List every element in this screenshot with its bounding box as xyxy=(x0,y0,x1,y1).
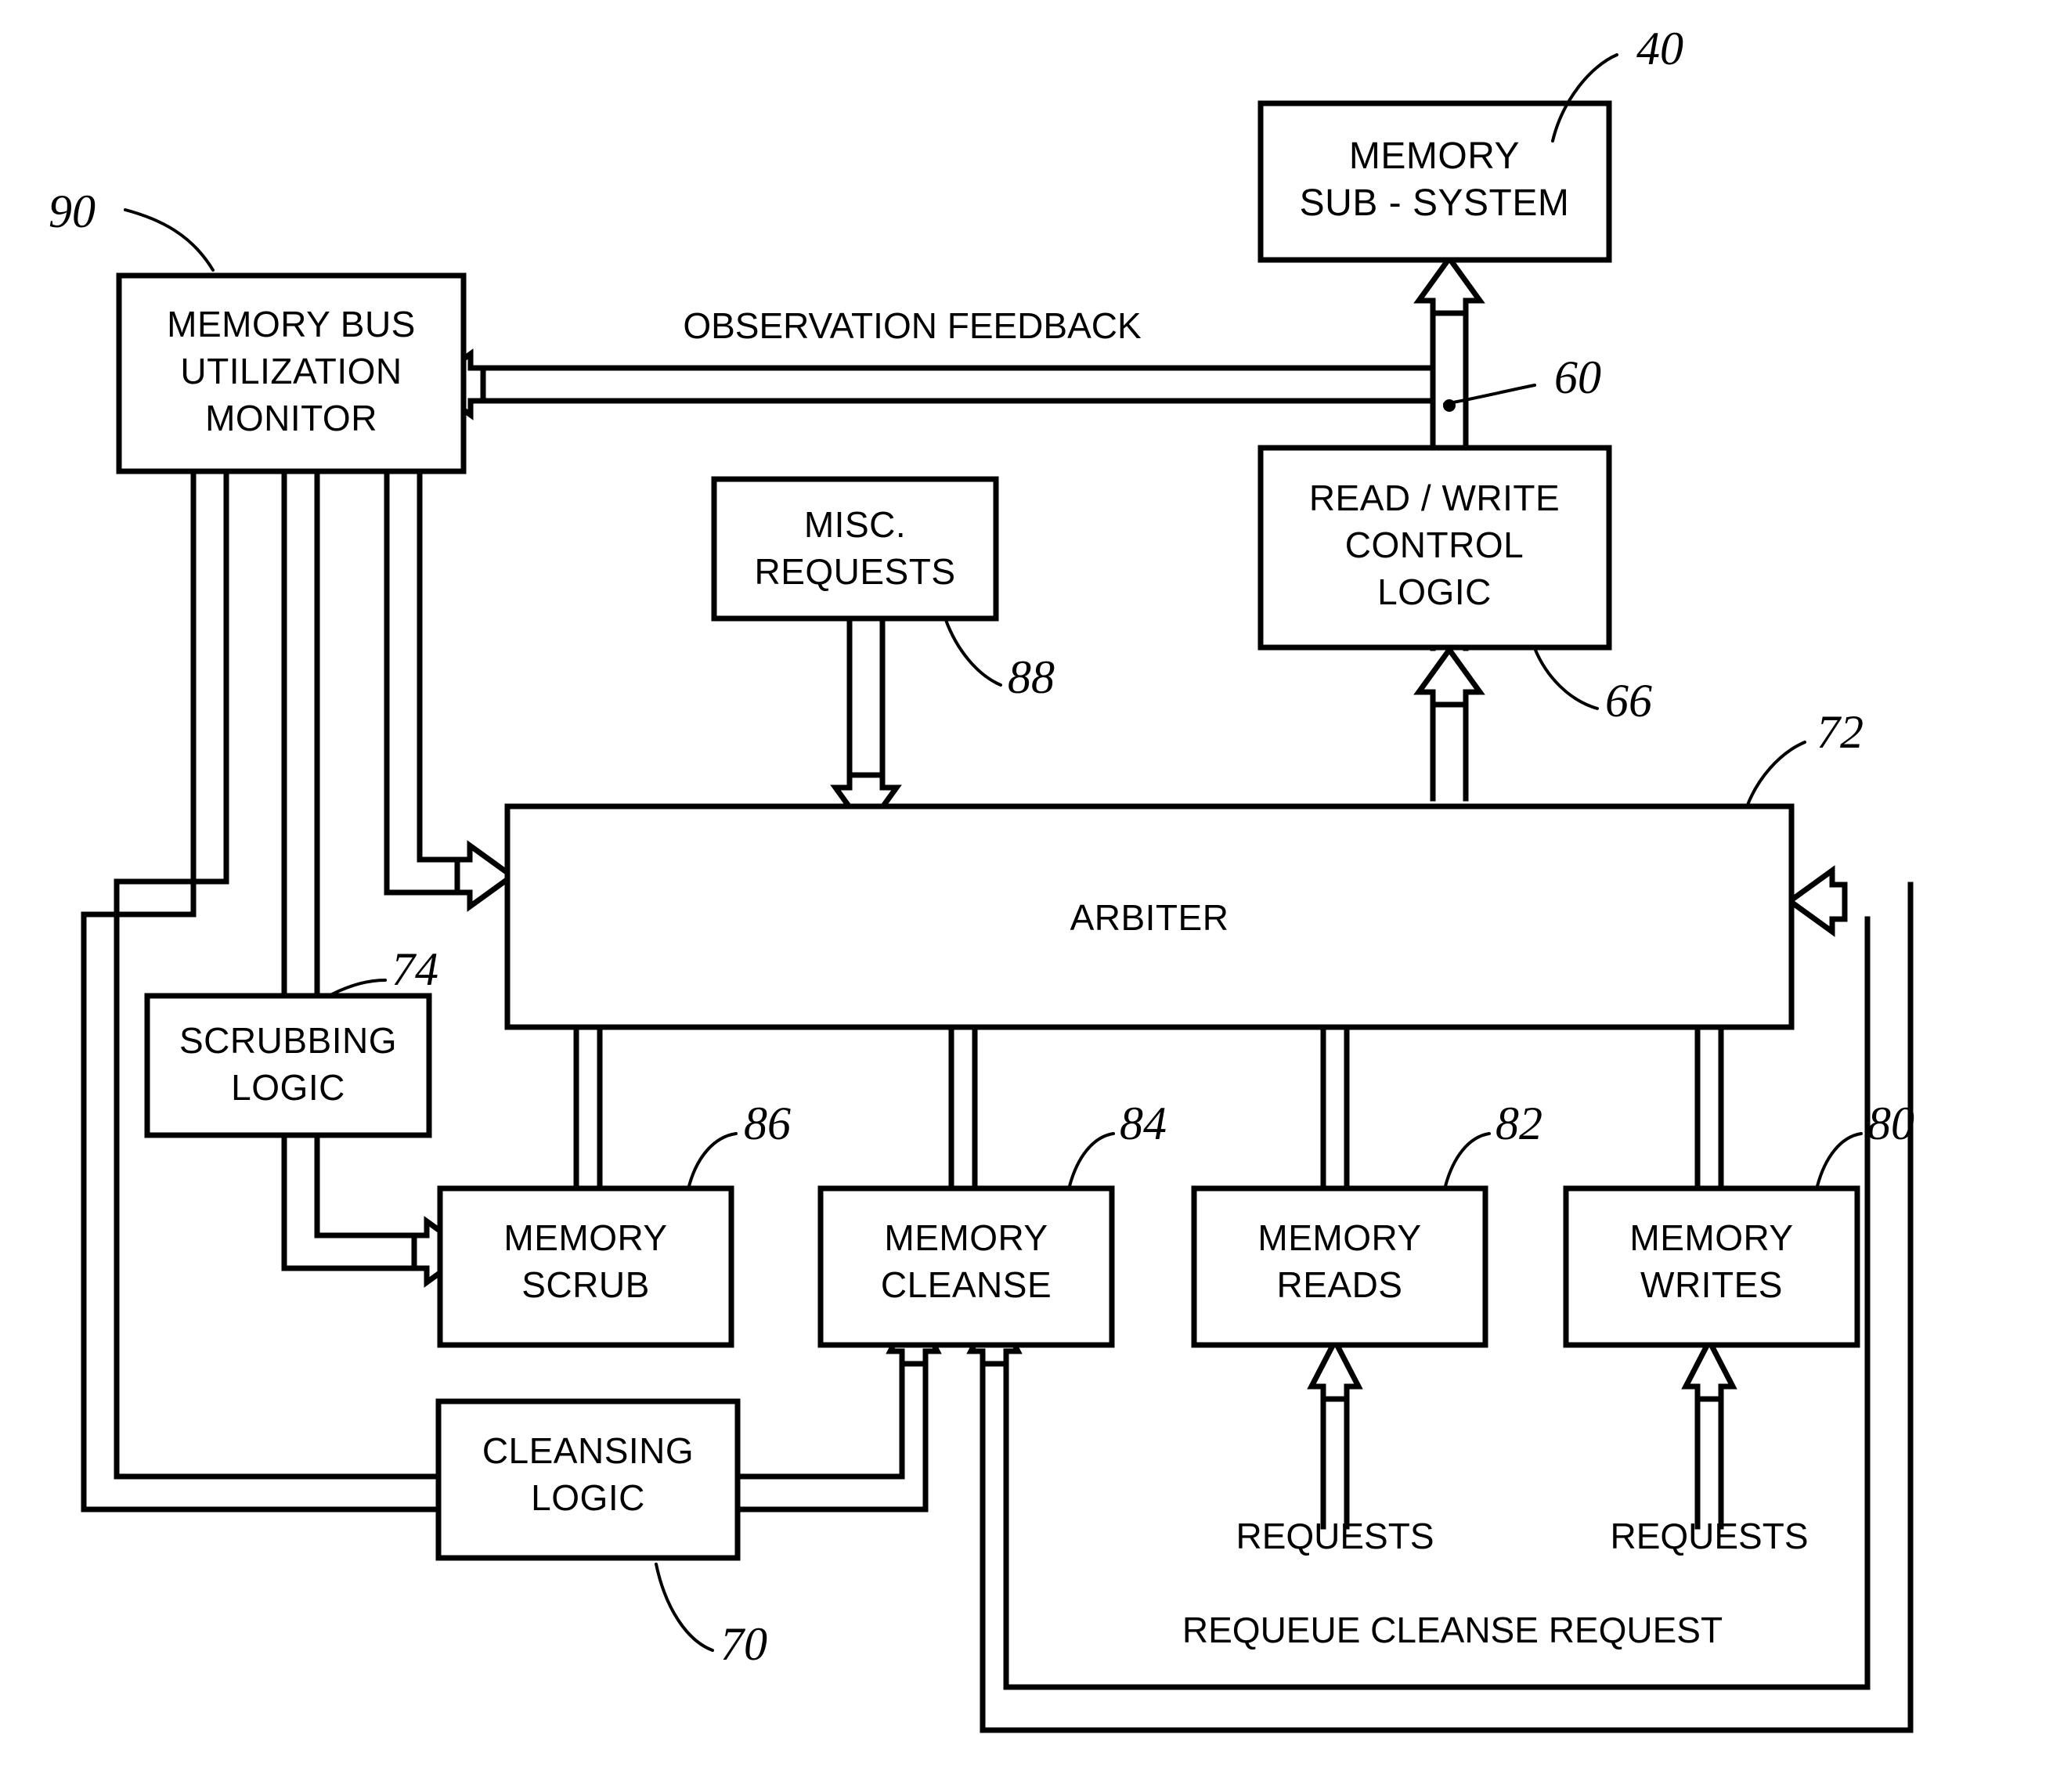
ref-numeral-82: 82 xyxy=(1496,1098,1542,1149)
leader-line-60 xyxy=(1443,384,1536,406)
leader-line-84 xyxy=(1068,1132,1115,1188)
cleansing-logic-line-1: CLEANSING xyxy=(482,1430,694,1471)
leader-line-70 xyxy=(655,1563,714,1652)
ref-numeral-70: 70 xyxy=(720,1618,767,1670)
cleansing-logic-line-2: LOGIC xyxy=(531,1477,645,1518)
leader-line-82 xyxy=(1444,1132,1491,1188)
block-memory-cleanse[interactable]: MEMORY CLEANSE xyxy=(817,1185,1115,1348)
block-memory-writes[interactable]: MEMORY WRITES xyxy=(1563,1185,1860,1348)
junction-dot-60 xyxy=(1443,399,1456,412)
memory-reads-line-2: READS xyxy=(1277,1264,1403,1305)
ref-numeral-84: 84 xyxy=(1120,1098,1167,1149)
ref-numeral-66: 66 xyxy=(1605,675,1652,727)
memory-scrub-line-2: SCRUB xyxy=(521,1264,650,1305)
rw-control-line-2: CONTROL xyxy=(1345,525,1524,565)
block-misc-requests[interactable]: MISC. REQUESTS xyxy=(711,476,999,622)
memory-cleanse-line-1: MEMORY xyxy=(884,1217,1048,1258)
memory-sub-system-line-1: MEMORY xyxy=(1349,135,1520,177)
label-observation-feedback: OBSERVATION FEEDBACK xyxy=(683,305,1142,346)
ref-numeral-88: 88 xyxy=(1008,651,1055,703)
memory-writes-line-1: MEMORY xyxy=(1629,1217,1793,1258)
rw-control-line-3: LOGIC xyxy=(1377,571,1492,612)
leader-line-74 xyxy=(330,979,387,996)
memory-writes-line-2: WRITES xyxy=(1640,1264,1783,1305)
ref-numeral-80: 80 xyxy=(1867,1098,1914,1149)
monitor-line-3: MONITOR xyxy=(205,398,377,438)
ref-numeral-86: 86 xyxy=(744,1098,791,1149)
wire-requests-to-memory-reads xyxy=(1307,1335,1363,1530)
scrubbing-logic-line-1: SCRUBBING xyxy=(179,1020,397,1061)
block-memory-bus-utilization-monitor[interactable]: MEMORY BUS UTILIZATION MONITOR xyxy=(116,272,467,474)
label-requeue-cleanse-request: REQUEUE CLEANSE REQUEST xyxy=(1182,1610,1723,1650)
leader-line-90 xyxy=(124,208,215,272)
wire-requests-to-memory-writes xyxy=(1681,1335,1737,1530)
misc-requests-line-2: REQUESTS xyxy=(754,551,955,592)
wire-observation-feedback xyxy=(424,348,1436,420)
block-diagram: MEMORY SUB - SYSTEM 40 MEMORY BUS UTILIZ… xyxy=(49,23,1914,1733)
block-read-write-control-logic[interactable]: READ / WRITE CONTROL LOGIC xyxy=(1257,445,1612,651)
monitor-line-2: UTILIZATION xyxy=(180,351,402,391)
leader-line-88 xyxy=(944,618,1002,687)
wire-monitor-to-arbiter xyxy=(384,467,517,912)
label-requests-writes: REQUESTS xyxy=(1610,1516,1808,1556)
memory-cleanse-line-2: CLEANSE xyxy=(881,1264,1052,1305)
label-requests-reads: REQUESTS xyxy=(1236,1516,1434,1556)
ref-numeral-90: 90 xyxy=(49,186,96,237)
ref-numeral-40: 40 xyxy=(1636,23,1683,74)
wire-misc-to-arbiter xyxy=(830,615,902,835)
wire-scrubbing-logic-to-memory-scrub xyxy=(281,1132,320,1271)
figure-canvas: MEMORY SUB - SYSTEM 40 MEMORY BUS UTILIZ… xyxy=(0,0,2053,1792)
arbiter-label: ARBITER xyxy=(1070,897,1229,938)
misc-requests-line-1: MISC. xyxy=(804,504,906,545)
memory-reads-line-1: MEMORY xyxy=(1257,1217,1421,1258)
monitor-line-1: MEMORY BUS xyxy=(167,304,416,344)
memory-scrub-line-1: MEMORY xyxy=(503,1217,667,1258)
leader-line-86 xyxy=(687,1132,738,1188)
block-memory-scrub[interactable]: MEMORY SCRUB xyxy=(437,1185,734,1348)
leader-line-66 xyxy=(1533,647,1599,710)
block-cleansing-logic[interactable]: CLEANSING LOGIC xyxy=(435,1398,741,1561)
wire-monitor-to-memory-scrub xyxy=(281,467,474,1288)
ref-numeral-74: 74 xyxy=(391,943,438,995)
ref-numeral-60: 60 xyxy=(1554,352,1601,403)
ref-numeral-72: 72 xyxy=(1817,706,1864,758)
leader-line-80 xyxy=(1816,1132,1863,1188)
rw-control-line-1: READ / WRITE xyxy=(1309,478,1560,518)
block-scrubbing-logic[interactable]: SCRUBBING LOGIC xyxy=(144,993,432,1138)
wire-arbiter-to-rwcontrol xyxy=(1413,645,1485,802)
scrubbing-logic-line-2: LOGIC xyxy=(231,1067,345,1108)
block-memory-reads[interactable]: MEMORY READS xyxy=(1191,1185,1488,1348)
memory-sub-system-line-2: SUB - SYSTEM xyxy=(1300,182,1570,224)
block-arbiter[interactable]: ARBITER xyxy=(504,803,1795,1030)
leader-line-72 xyxy=(1746,741,1806,806)
